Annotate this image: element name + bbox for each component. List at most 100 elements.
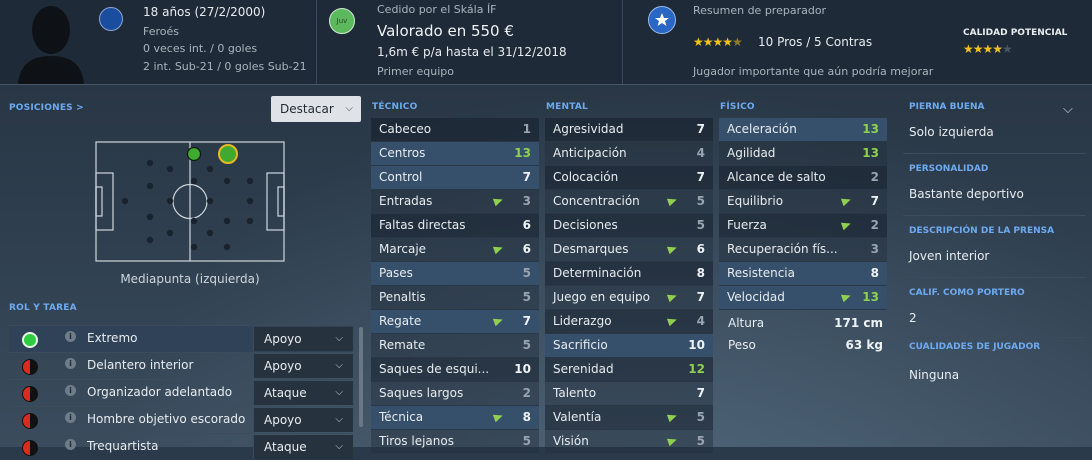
nation-badge-icon[interactable]	[99, 7, 123, 31]
role-suitability-icon	[22, 440, 38, 456]
pitch-diagram[interactable]	[95, 141, 285, 262]
attribute-row[interactable]: Equilibrio 7	[719, 190, 887, 214]
attribute-name: Velocidad	[727, 290, 785, 304]
attribute-row[interactable]: Juego en equipo 7	[545, 286, 713, 310]
attribute-name: Determinación	[553, 266, 642, 280]
attribute-name: Desmarques	[553, 242, 629, 256]
attribute-name: Concentración	[553, 194, 640, 208]
attribute-value: 10	[688, 338, 705, 352]
roles-title: ROL Y TAREA	[9, 303, 77, 313]
attribute-row[interactable]: Velocidad 13	[719, 286, 887, 310]
attribute-row[interactable]: Control 7	[371, 166, 539, 190]
duty-dropdown[interactable]: Apoyo ⌵	[253, 408, 353, 432]
attribute-value: 3	[522, 194, 531, 208]
attribute-row[interactable]: Determinación 8	[545, 262, 713, 286]
attribute-row[interactable]: Técnica 8	[371, 406, 539, 430]
divider	[316, 0, 317, 84]
attribute-row[interactable]: Talento 7	[545, 382, 713, 406]
attribute-row[interactable]: Cabeceo 1	[371, 118, 539, 142]
attribute-row[interactable]: Liderazgo 4	[545, 310, 713, 334]
attribute-row[interactable]: Marcaje 6	[371, 238, 539, 262]
attribute-row[interactable]: Remate 5	[371, 334, 539, 358]
attribute-value: 13	[862, 122, 879, 136]
secondary-position-dot[interactable]	[186, 146, 202, 162]
height-label: Altura	[728, 316, 765, 330]
potential-stars: ★★★★★	[963, 42, 1013, 56]
attribute-row[interactable]: Alcance de salto 2	[719, 166, 887, 190]
attribute-value: 5	[696, 218, 705, 232]
attribute-row[interactable]: Pases 5	[371, 262, 539, 286]
attribute-row[interactable]: Visión 5	[545, 430, 713, 454]
info-icon[interactable]: i	[65, 331, 76, 342]
positions-title[interactable]: POSICIONES >	[9, 103, 84, 113]
player-value: Valorado en 550 €	[377, 22, 514, 40]
duty-label: Apoyo	[264, 332, 302, 346]
attribute-row[interactable]: Saques largos 2	[371, 382, 539, 406]
info-icon[interactable]: i	[65, 385, 76, 396]
duty-dropdown[interactable]: Ataque ⌵	[253, 435, 353, 459]
selected-position-dot[interactable]	[218, 144, 238, 164]
attribute-row[interactable]: Agresividad 7	[545, 118, 713, 142]
highlight-dropdown[interactable]: Destacar ⌵	[271, 96, 361, 122]
roles-scrollbar[interactable]	[359, 327, 363, 427]
pros-cons[interactable]: 10 Pros / 5 Contras	[758, 35, 872, 49]
attribute-name: Control	[379, 170, 423, 184]
attribute-row[interactable]: Resistencia 8	[719, 262, 887, 286]
attribute-name: Alcance de salto	[727, 170, 826, 184]
attribute-row[interactable]: Colocación 7	[545, 166, 713, 190]
attribute-value: 7	[696, 290, 705, 304]
club-badge-icon[interactable]: Juv	[329, 8, 355, 34]
mental-title: MENTAL	[546, 102, 588, 112]
attribute-name: Saques de esqui...	[379, 362, 490, 376]
technical-attributes: Cabeceo 1 Centros 13 Control 7 Entradas 3 Faltas…	[371, 118, 539, 454]
role-row[interactable]: i Extremo Apoyo ⌵	[9, 325, 353, 352]
attribute-name: Tiros lejanos	[379, 434, 454, 448]
attribute-row[interactable]: Decisiones 5	[545, 214, 713, 238]
chevron-down-icon[interactable]: ⌵	[1063, 102, 1073, 117]
attribute-row[interactable]: Saques de esqui... 10	[371, 358, 539, 382]
attribute-row[interactable]: Centros 13	[371, 142, 539, 166]
duty-dropdown[interactable]: Apoyo ⌵	[253, 354, 353, 378]
info-icon[interactable]: i	[65, 358, 76, 369]
attribute-row[interactable]: Desmarques 6	[545, 238, 713, 262]
attribute-row[interactable]: Faltas directas 6	[371, 214, 539, 238]
duty-dropdown[interactable]: Ataque ⌵	[253, 381, 353, 405]
role-suitability-icon	[22, 386, 38, 402]
attribute-row[interactable]: Aceleración 13	[719, 118, 887, 142]
attribute-row[interactable]: Concentración 5	[545, 190, 713, 214]
attribute-row[interactable]: Recuperación fís... 3	[719, 238, 887, 262]
preferred-foot-title: PIERNA BUENA	[909, 102, 985, 112]
divider	[622, 0, 623, 84]
attribute-row[interactable]: Serenidad 12	[545, 358, 713, 382]
info-icon[interactable]: i	[65, 412, 76, 423]
attribute-row[interactable]: Regate 7	[371, 310, 539, 334]
attribute-row[interactable]: Tiros lejanos 5	[371, 430, 539, 454]
attribute-row[interactable]: Valentía 5	[545, 406, 713, 430]
info-icon[interactable]: i	[65, 439, 76, 450]
duty-dropdown[interactable]: Apoyo ⌵	[253, 327, 353, 351]
attribute-name: Serenidad	[553, 362, 614, 376]
attribute-name: Colocación	[553, 170, 619, 184]
attribute-row[interactable]: Agilidad 13	[719, 142, 887, 166]
attribute-name: Equilibrio	[727, 194, 784, 208]
attribute-value: 7	[696, 170, 705, 184]
attribute-row[interactable]: Fuerza 2	[719, 214, 887, 238]
attribute-row[interactable]: Anticipación 4	[545, 142, 713, 166]
loan-info[interactable]: Cedido por el Skála ÍF	[377, 3, 497, 16]
attribute-row[interactable]: Entradas 3	[371, 190, 539, 214]
attribute-name: Visión	[553, 434, 589, 448]
attribute-row[interactable]: Penaltis 5	[371, 286, 539, 310]
preferred-foot-value: Solo izquierda	[909, 125, 994, 139]
role-row[interactable]: i Hombre objetivo escorado Apoyo ⌵	[9, 406, 353, 433]
attribute-row[interactable]: Sacrificio 10	[545, 334, 713, 358]
attribute-value: 5	[696, 194, 705, 208]
attribute-value: 12	[688, 362, 705, 376]
role-row[interactable]: i Delantero interior Apoyo ⌵	[9, 352, 353, 379]
coach-report-star-icon[interactable]	[648, 6, 676, 34]
duty-label: Apoyo	[264, 359, 302, 373]
role-row[interactable]: i Organizador adelantado Ataque ⌵	[9, 379, 353, 406]
chevron-down-icon: ⌵	[335, 387, 343, 398]
attribute-value: 2	[870, 170, 879, 184]
player-nationality[interactable]: Feroés	[143, 25, 179, 38]
technical-title: TÉCNICO	[372, 102, 418, 112]
